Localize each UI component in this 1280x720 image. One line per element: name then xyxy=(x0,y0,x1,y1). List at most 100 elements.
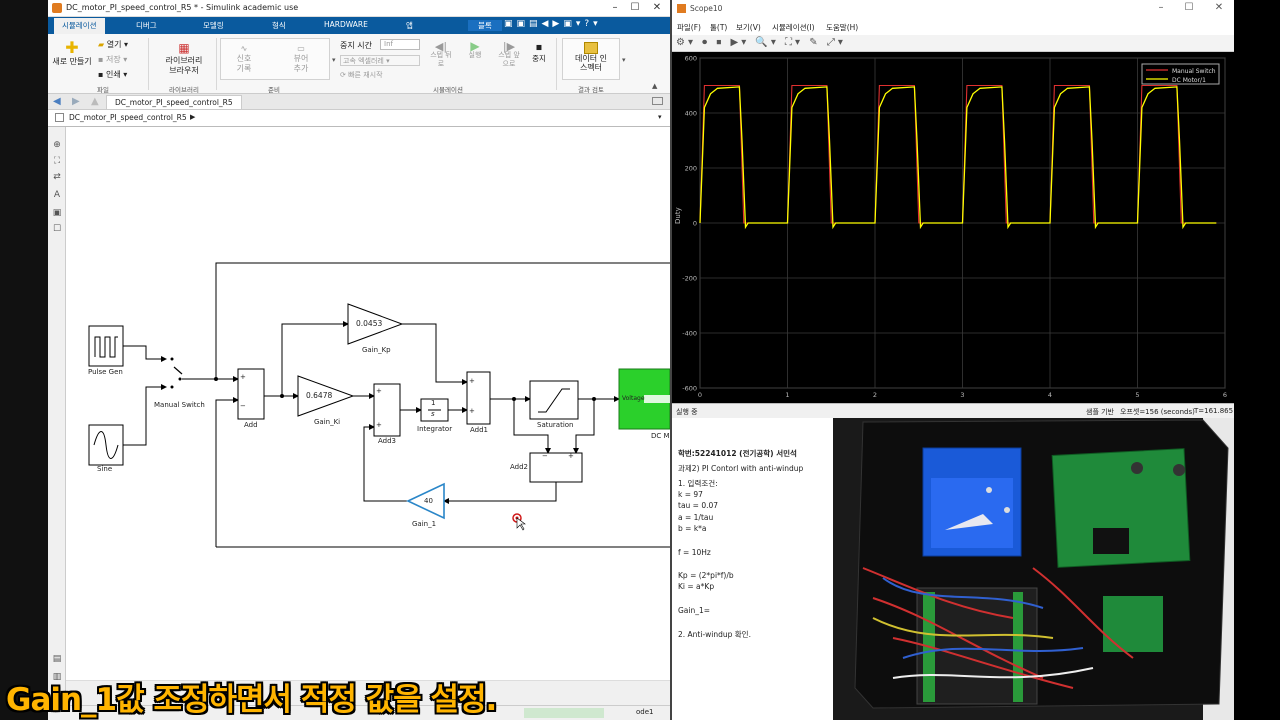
tab-list-icon[interactable] xyxy=(652,97,663,105)
zoom-icon[interactable]: ⊕ xyxy=(51,139,63,151)
y-tick-label: -600 xyxy=(682,385,697,393)
note-line: 2. Anti-windup 확인. xyxy=(678,629,751,639)
x-tick-label: 6 xyxy=(1223,391,1227,399)
menu-simulation[interactable]: 시뮬레이션(I) xyxy=(772,22,815,33)
add-plus-sign: + xyxy=(240,373,246,381)
menu-view[interactable]: 보기(V) xyxy=(736,22,761,33)
scope-maximize-button[interactable]: ☐ xyxy=(1180,1,1198,15)
note-line: Ki = a*Kp xyxy=(678,582,715,592)
run-button[interactable]: ▶ 실행 xyxy=(464,39,486,60)
stop-time-label: 중지 시간 xyxy=(340,41,372,50)
saturation-block[interactable] xyxy=(529,380,579,420)
signal-line xyxy=(402,323,468,385)
image-icon[interactable]: ▣ xyxy=(51,207,63,219)
signal-log-button[interactable]: ∿ 신호 기록 xyxy=(224,44,264,74)
breadcrumb-chevron-icon[interactable]: ▶ xyxy=(190,113,195,121)
arrow-icon[interactable]: ⇄ xyxy=(51,171,63,183)
model-tab[interactable]: DC_motor_PI_speed_control_R5 xyxy=(106,95,242,109)
library-browser-button[interactable]: ▦ 라이브러리 브라우저 xyxy=(156,40,212,76)
add2-block[interactable] xyxy=(529,452,583,483)
print-button[interactable]: ▪ 인쇄 ▾ xyxy=(98,69,127,80)
address-dropdown-icon[interactable]: ▾ xyxy=(658,113,662,121)
open-button[interactable]: ▰ 열기 ▾ xyxy=(98,39,128,50)
maximize-button[interactable]: ☐ xyxy=(626,1,644,15)
add3-plus-sign: + xyxy=(376,421,382,429)
address-bar: DC_motor_PI_speed_control_R5 ▶ ▾ xyxy=(48,110,670,127)
scope-run-status: 실행 중 xyxy=(676,408,698,416)
scope-plot: 0 1 2 3 4 5 6 600 400 200 0 -200 -400 -600 Duty Manua… xyxy=(672,52,1234,403)
fit-view-icon[interactable]: ⛶ xyxy=(51,155,63,167)
dc-motor-highlight xyxy=(644,395,670,403)
explorer-icon[interactable]: ▤ xyxy=(51,653,63,665)
sensor-board xyxy=(1103,596,1163,652)
save-button[interactable]: ▪ 저장 ▾ xyxy=(98,54,127,65)
menu-help[interactable]: 도움말(H) xyxy=(826,22,858,33)
add2-plus-sign: + xyxy=(568,452,574,460)
scope-close-button[interactable]: ✕ xyxy=(1210,1,1228,15)
area-icon[interactable]: ☐ xyxy=(51,223,63,235)
tab-debug[interactable]: 디버그 xyxy=(136,20,157,31)
x-tick-label: 4 xyxy=(1048,391,1052,399)
up-arrow-icon[interactable]: ▲ xyxy=(91,96,99,107)
close-button[interactable]: ✕ xyxy=(648,1,666,15)
run-icon: ▶ xyxy=(470,39,480,53)
tab-format[interactable]: 형식 xyxy=(272,20,286,31)
x-tick-label: 0 xyxy=(698,391,702,399)
sine-block[interactable] xyxy=(88,424,124,466)
stop-button[interactable]: ⏹ 중지 xyxy=(528,41,550,64)
gain-1-value: 40 xyxy=(424,497,433,505)
review-expand-icon[interactable]: ▾ xyxy=(622,56,626,64)
stop-time-input[interactable]: Inf xyxy=(380,39,420,50)
tab-apps[interactable]: 앱 xyxy=(406,20,413,31)
tab-modeling[interactable]: 모델링 xyxy=(203,20,224,31)
menu-file[interactable]: 파일(F) xyxy=(677,22,701,33)
new-button[interactable]: ✚ 새로 만들기 xyxy=(50,40,94,67)
sine-label: Sine xyxy=(97,465,113,473)
fast-restart-toggle[interactable]: ⟳ 빠른 재시작 xyxy=(340,70,383,80)
add-viewer-button[interactable]: ▭ 뷰어 추가 xyxy=(278,44,324,74)
model-canvas[interactable]: Pulse Gen Sine Manual Switch Add + − 0.0… xyxy=(66,127,670,690)
title-bar: DC_motor_PI_speed_control_R5 * - Simulin… xyxy=(48,0,670,17)
tab-hardware[interactable]: HARDWARE xyxy=(324,20,368,29)
separator xyxy=(148,38,149,90)
note-line: b = k*a xyxy=(678,524,707,534)
scope-window: Scope10 – ☐ ✕ 파일(F) 툴(T) 보기(V) 시뮬레이션(I) … xyxy=(672,0,1234,418)
annotation-icon[interactable]: A xyxy=(51,189,63,201)
tab-block[interactable]: 블록 xyxy=(468,20,502,31)
run-label: 실행 xyxy=(468,51,482,59)
minimize-button[interactable]: – xyxy=(606,1,624,15)
signal-line xyxy=(443,482,557,504)
data-inspector-button[interactable]: 데이터 인스펙터 xyxy=(566,42,616,72)
scope-title: Scope10 xyxy=(690,4,723,13)
print-icon: ▪ xyxy=(98,70,104,79)
forward-arrow-icon[interactable]: ▶ xyxy=(72,96,80,107)
gain-kp-value: 0.0453 xyxy=(356,319,383,328)
progress-bar xyxy=(524,708,604,718)
back-arrow-icon[interactable]: ◀ xyxy=(53,96,61,107)
switch-contact xyxy=(170,385,174,389)
tab-simulation[interactable]: 시뮬레이션 xyxy=(54,18,105,34)
save-icon: ▪ xyxy=(98,55,104,64)
note-line: a = 1/tau xyxy=(678,512,714,522)
sim-mode-select[interactable]: 고속 엑셀러레 ▾ xyxy=(340,55,420,66)
y-tick-label: 600 xyxy=(685,55,697,63)
note-line: Kp = (2*pi*f)/b xyxy=(678,570,734,580)
collapse-ribbon-icon[interactable]: ▲ xyxy=(652,82,657,90)
junction-dot xyxy=(280,394,284,398)
step-forward-button[interactable]: |▶ 스텝 앞으로 xyxy=(496,41,522,69)
step-back-label: 스텝 뒤로 xyxy=(430,51,452,68)
scope-toolbar-icons[interactable]: ⚙▾ ⏺ ⏹ ▶▾ 🔍▾ ⛶▾ ✎ ⤢▾ xyxy=(676,37,846,48)
sim-mode-value: 고속 엑셀러레 xyxy=(343,57,384,65)
add3-plus-sign: + xyxy=(376,387,382,395)
model-icon xyxy=(55,113,64,122)
prepare-group-label: 준비 xyxy=(268,86,280,94)
breadcrumb[interactable]: DC_motor_PI_speed_control_R5 xyxy=(69,113,187,122)
scope-minimize-button[interactable]: – xyxy=(1152,1,1170,15)
separator xyxy=(556,38,557,90)
quick-access-icons[interactable]: ▣▣▤◀▶▣▾?▾ xyxy=(504,19,602,29)
pulse-gen-block[interactable] xyxy=(88,325,124,367)
menu-tools[interactable]: 툴(T) xyxy=(710,22,727,33)
gallery-expand-icon[interactable]: ▾ xyxy=(332,56,336,64)
library-group-label: 라이브러리 xyxy=(169,86,199,94)
step-back-button[interactable]: ◀| 스텝 뒤로 xyxy=(430,41,452,69)
